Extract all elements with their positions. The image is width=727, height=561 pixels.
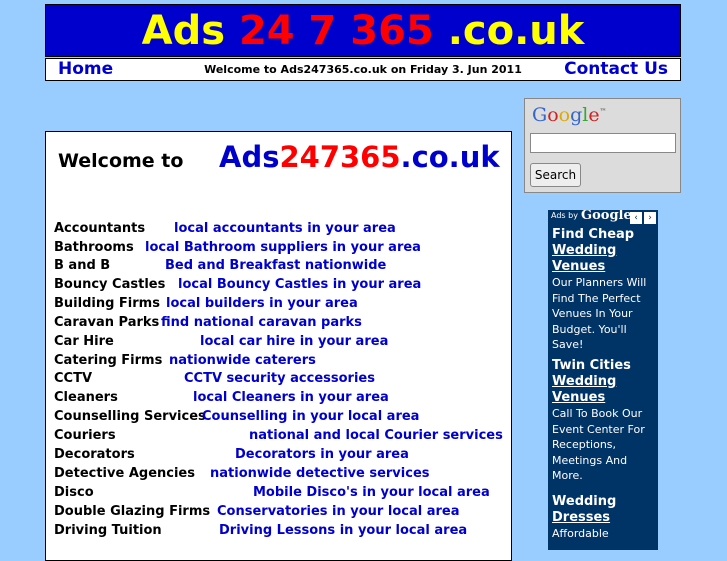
category-label: Bathrooms: [54, 240, 134, 255]
category-link[interactable]: local car hire in your area: [200, 332, 388, 351]
ad-item[interactable]: Twin Cities Wedding Venues Call To Book …: [552, 358, 658, 484]
category-label: Accountants: [54, 221, 146, 236]
google-search-box: Google™ Search: [524, 98, 681, 193]
banner-ads: Ads: [141, 8, 239, 54]
category-label: Catering Firms: [54, 353, 163, 368]
category-label: Couriers: [54, 428, 116, 443]
category-link[interactable]: Conservatories in your local area: [217, 502, 460, 521]
category-link[interactable]: Driving Lessons in your local area: [219, 521, 467, 540]
category-row: Detective Agencies nationwide detective …: [54, 464, 430, 483]
category-row: Car Hire local car hire in your area: [54, 332, 388, 351]
category-label: Driving Tuition: [54, 523, 162, 538]
welcome-heading: Welcome to: [58, 150, 184, 172]
banner-couk: .co.uk: [433, 8, 585, 54]
category-label: B and B: [54, 258, 111, 273]
category-link[interactable]: nationwide caterers: [169, 351, 316, 370]
site-banner: Ads 24 7 365 .co.uk: [45, 4, 681, 57]
ad-title-link[interactable]: Dresses: [552, 510, 658, 526]
category-link[interactable]: Counselling in your local area: [202, 407, 419, 426]
ad-description: Call To Book Our Event Center For Recept…: [552, 407, 645, 482]
google-logo: Google™: [532, 104, 607, 126]
ads-by-label: Ads by: [551, 211, 578, 220]
ad-title-line: Find Cheap: [552, 227, 635, 242]
category-row: Caravan Parks find national caravan park…: [54, 313, 362, 332]
category-label: Building Firms: [54, 296, 160, 311]
category-row: Couriers national and local Courier serv…: [54, 426, 503, 445]
category-label: Double Glazing Firms: [54, 504, 211, 519]
category-link[interactable]: local builders in your area: [166, 294, 358, 313]
ad-title-link[interactable]: Venues: [552, 390, 658, 406]
category-label: CCTV: [54, 371, 93, 386]
category-link[interactable]: CCTV security accessories: [184, 369, 375, 388]
category-row: Bouncy Castles local Bouncy Castles in y…: [54, 275, 421, 294]
category-row: Catering Firms nationwide caterers: [54, 351, 316, 370]
ad-item[interactable]: Wedding Dresses Affordable: [552, 494, 658, 542]
ad-title-link[interactable]: Wedding: [552, 374, 658, 390]
site-name-heading: Ads247365.co.uk: [219, 140, 500, 174]
banner-247365: 24 7 365: [238, 8, 434, 54]
main-panel: Welcome to Ads247365.co.uk Accountants l…: [45, 131, 512, 561]
category-link[interactable]: national and local Courier services: [249, 426, 503, 445]
google-ads-column: Ads by Google ‹ › Find Cheap Wedding Ven…: [548, 210, 658, 550]
category-link[interactable]: Bed and Breakfast nationwide: [165, 256, 386, 275]
category-row: Counselling Services Counselling in your…: [54, 407, 419, 426]
category-row: Bathrooms local Bathroom suppliers in yo…: [54, 238, 421, 257]
category-row: B and B Bed and Breakfast nationwide: [54, 256, 386, 275]
category-link[interactable]: find national caravan parks: [161, 313, 362, 332]
ad-title-link[interactable]: Wedding: [552, 243, 658, 259]
category-label: Bouncy Castles: [54, 277, 166, 292]
category-row: Accountants local accountants in your ar…: [54, 219, 396, 238]
ad-title-link[interactable]: Venues: [552, 259, 658, 275]
category-link[interactable]: local Bouncy Castles in your area: [178, 275, 421, 294]
category-link[interactable]: Decorators in your area: [235, 445, 409, 464]
category-label: Caravan Parks: [54, 315, 160, 330]
category-row: Building Firms local builders in your ar…: [54, 294, 358, 313]
category-row: Double Glazing Firms Conservatories in y…: [54, 502, 460, 521]
search-button[interactable]: Search: [530, 163, 581, 187]
category-row: Driving Tuition Driving Lessons in your …: [54, 521, 467, 540]
category-link[interactable]: local Cleaners in your area: [193, 388, 389, 407]
category-row: Decorators Decorators in your area: [54, 445, 409, 464]
category-link[interactable]: local accountants in your area: [174, 219, 396, 238]
category-label: Disco: [54, 485, 94, 500]
home-link[interactable]: Home: [58, 59, 113, 80]
contact-us-link[interactable]: Contact Us: [564, 59, 668, 80]
ad-description: Our Planners Will Find The Perfect Venue…: [552, 276, 647, 351]
ads-header: Ads by Google ‹ ›: [548, 210, 658, 226]
nav-bar: Welcome to Ads247365.co.uk on Friday 3. …: [45, 58, 681, 81]
category-link[interactable]: local Bathroom suppliers in your area: [145, 238, 421, 257]
category-label: Cleaners: [54, 390, 118, 405]
ad-item[interactable]: Find Cheap Wedding Venues Our Planners W…: [552, 227, 658, 353]
category-label: Decorators: [54, 447, 135, 462]
category-link[interactable]: nationwide detective services: [210, 464, 430, 483]
search-input[interactable]: [530, 133, 676, 153]
category-row: Disco Mobile Disco's in your local area: [54, 483, 490, 502]
ads-google-logo: Google: [581, 210, 632, 223]
category-label: Detective Agencies: [54, 466, 195, 481]
category-row: Cleaners local Cleaners in your area: [54, 388, 389, 407]
category-label: Car Hire: [54, 334, 114, 349]
ad-description: Affordable: [552, 527, 609, 540]
ads-next-icon[interactable]: ›: [644, 212, 656, 224]
ads-prev-icon[interactable]: ‹: [630, 212, 642, 224]
category-label: Counselling Services: [54, 409, 206, 424]
ad-title-line: Twin Cities: [552, 358, 631, 373]
ad-title-line: Wedding: [552, 494, 617, 509]
category-row: CCTV CCTV security accessories: [54, 369, 375, 388]
category-link[interactable]: Mobile Disco's in your local area: [253, 483, 490, 502]
